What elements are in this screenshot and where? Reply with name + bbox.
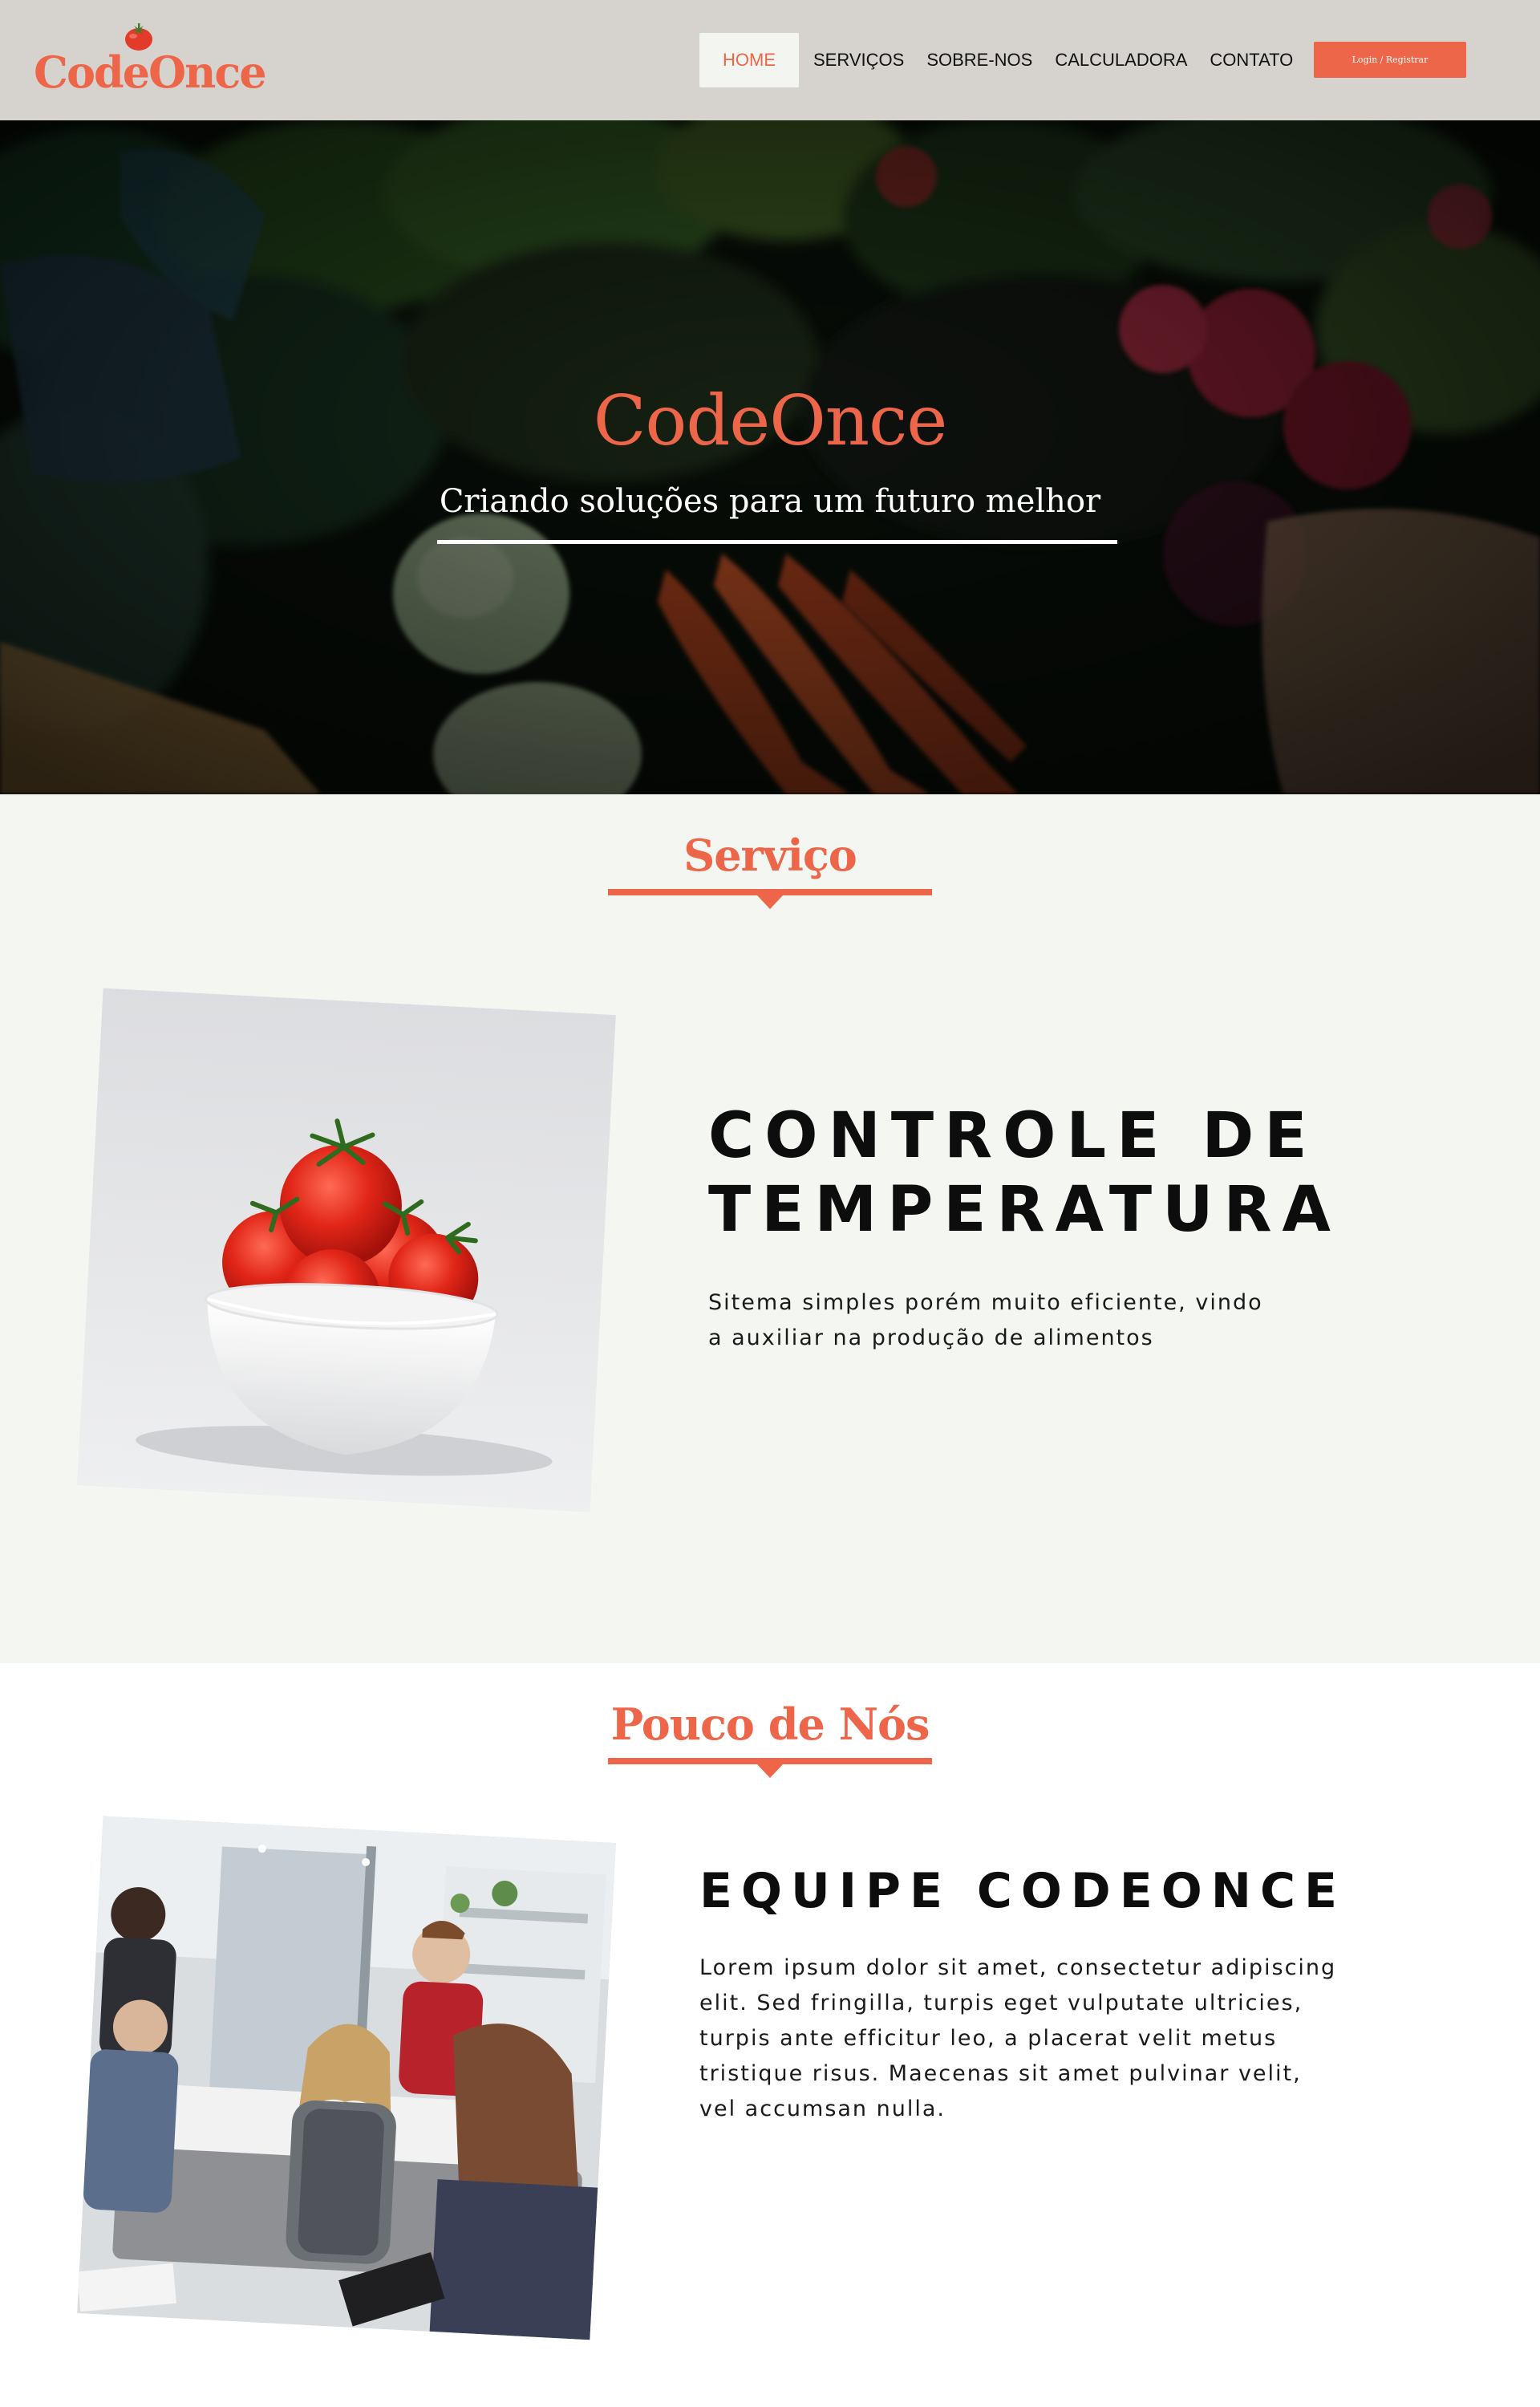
team-photo <box>77 1816 616 2340</box>
nav-item-sobre-nos[interactable]: SOBRE-NOS <box>915 33 1044 87</box>
service-heading-caret <box>757 895 783 909</box>
hero-title: CodeOnce <box>593 381 947 461</box>
navbar: CodeOnce HOME SERVIÇOS SOBRE-NOS CALCULA… <box>0 0 1540 120</box>
tomato-bowl-image <box>77 988 616 1512</box>
service-section: Serviço CONTROLE DE TEMPERATURA Sitema s… <box>0 794 1540 1663</box>
tomato-bowl-illustration <box>77 988 616 1512</box>
about-description: Lorem ipsum dolor sit amet, consectetur … <box>699 1955 1337 2121</box>
main-nav: HOME SERVIÇOS SOBRE-NOS CALCULADORA CONT… <box>699 33 1304 87</box>
service-heading-underline <box>608 889 932 895</box>
login-register-button[interactable]: Login / Registrar <box>1314 42 1466 78</box>
about-section: Pouco de Nós EQUIPE CODEONCE Lorem ipsum… <box>0 1663 1540 2407</box>
service-title-line-1: CONTROLE DE <box>708 1100 1318 1172</box>
service-description: Sitema simples porém muito eficiente, vi… <box>708 1290 1263 1350</box>
logo[interactable]: CodeOnce <box>34 22 267 103</box>
nav-item-servicos[interactable]: SERVIÇOS <box>802 33 915 87</box>
hero-banner: CodeOnce Criando soluções para um futuro… <box>0 120 1540 794</box>
about-heading-underline <box>608 1758 932 1764</box>
nav-item-calculadora[interactable]: CALCULADORA <box>1044 33 1198 87</box>
nav-item-home[interactable]: HOME <box>699 33 799 87</box>
team-meeting-illustration <box>77 1816 616 2340</box>
about-heading: Pouco de Nós <box>610 1699 930 1750</box>
nav-item-contato[interactable]: CONTATO <box>1198 33 1304 87</box>
logo-text: CodeOnce <box>34 47 267 98</box>
about-heading-caret <box>757 1764 783 1778</box>
service-title: CONTROLE DE TEMPERATURA <box>708 1099 1341 1247</box>
hero-subtitle: Criando soluções para um futuro melhor <box>439 483 1101 520</box>
about-title: EQUIPE CODEONCE <box>699 1863 1346 1919</box>
service-heading: Serviço <box>683 830 857 881</box>
hero-divider <box>437 540 1117 544</box>
service-title-line-2: TEMPERATURA <box>708 1174 1341 1246</box>
